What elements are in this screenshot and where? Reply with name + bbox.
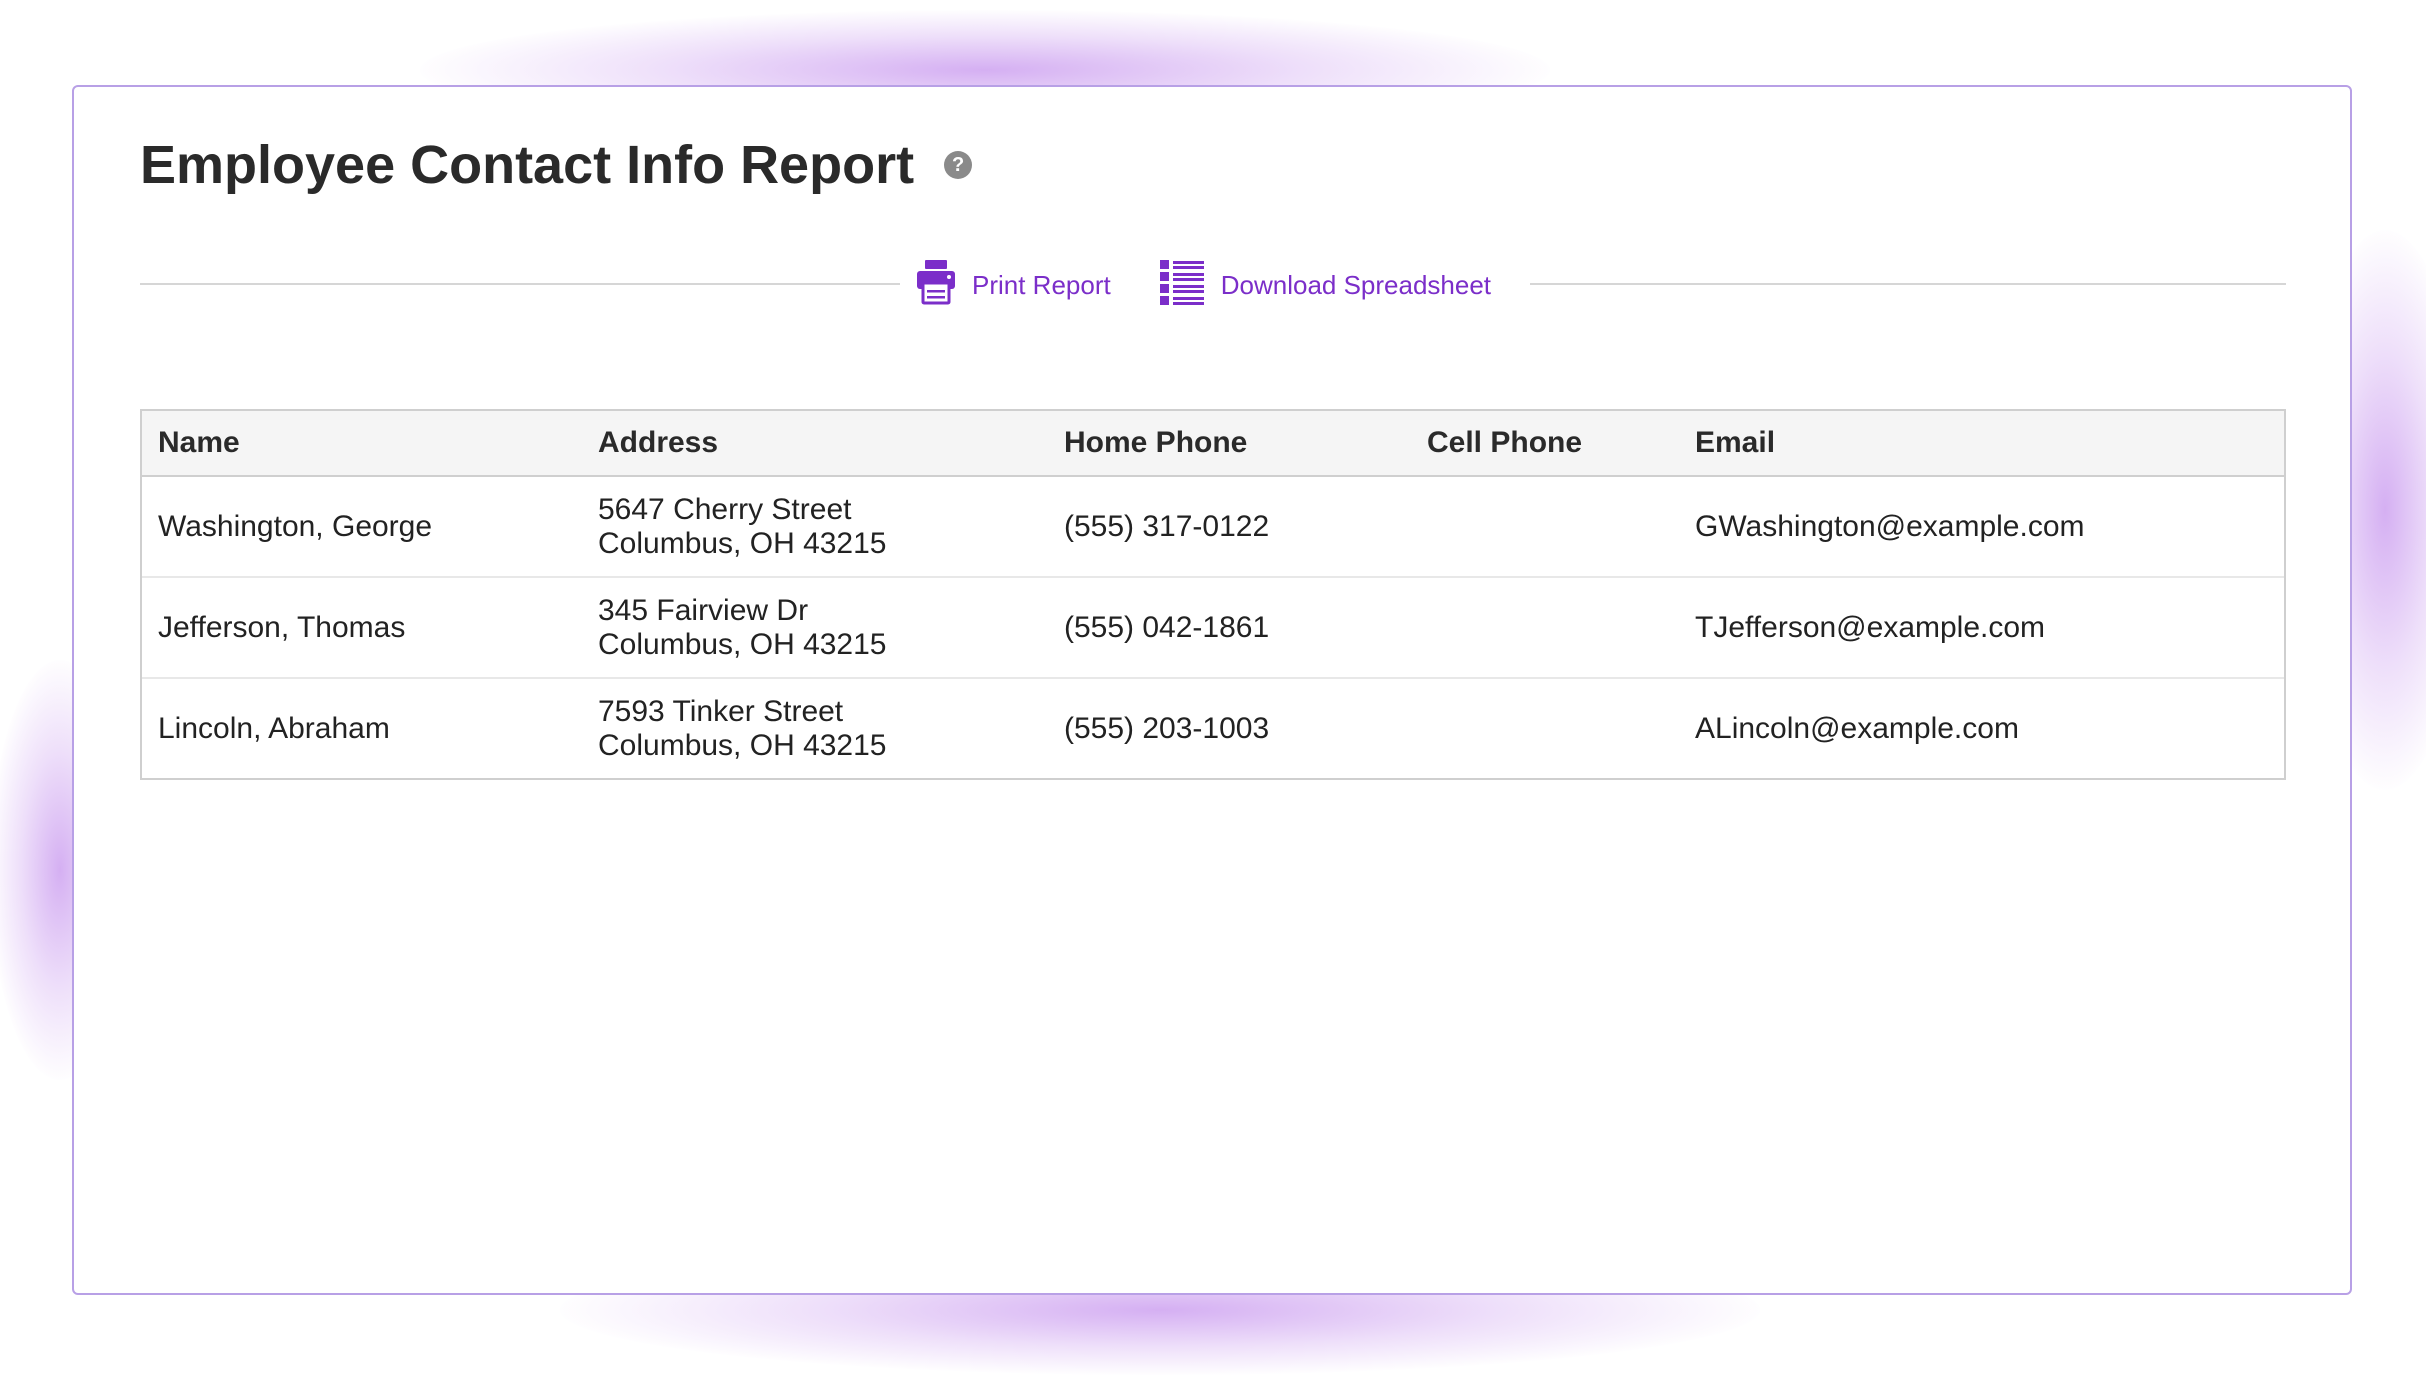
toolbar-actions: Print Report Download Spreadsheet: [916, 255, 1491, 315]
column-header-email[interactable]: Email: [1679, 411, 2284, 477]
cell-name: Jefferson, Thomas: [142, 577, 582, 679]
address-line1: 7593 Tinker Street: [598, 694, 844, 728]
cell-name: Lincoln, Abraham: [158, 711, 390, 745]
column-header-cell-phone[interactable]: Cell Phone: [1411, 411, 1679, 477]
address-line2: Columbus, OH 43215: [598, 526, 887, 560]
cell-email: GWashington@example.com: [1679, 476, 2284, 578]
cell-name: Washington, George: [142, 476, 582, 578]
report-card: Employee Contact Info Report ? Print Rep…: [72, 85, 2352, 1295]
printer-icon: [916, 259, 956, 312]
address-line2: Columbus, OH 43215: [598, 728, 887, 762]
table-row: Jefferson, Thomas 345 Fairview Dr Columb…: [142, 577, 2284, 679]
download-spreadsheet-label: Download Spreadsheet: [1220, 269, 1492, 300]
page-canvas: Employee Contact Info Report ? Print Rep…: [0, 0, 2426, 1381]
cell-address: 7593 Tinker Street Columbus, OH 43215: [582, 678, 1048, 778]
table-row: Lincoln, Abraham 7593 Tinker Street Colu…: [142, 678, 2284, 778]
print-report-link[interactable]: Print Report: [916, 259, 1111, 312]
cell-email: TJefferson@example.com: [1679, 577, 2284, 679]
cell-cell-phone: [1411, 577, 1679, 679]
column-header-home-phone[interactable]: Home Phone: [1048, 411, 1411, 477]
question-circle-icon[interactable]: ?: [944, 151, 973, 179]
cell-home-phone: (555) 203-1003: [1064, 711, 1270, 745]
table-row: Washington, George 5647 Cherry Street Co…: [142, 476, 2284, 578]
list-spreadsheet-icon: [1159, 258, 1205, 313]
cell-cell-phone: [1411, 476, 1679, 578]
download-spreadsheet-link[interactable]: Download Spreadsheet: [1159, 258, 1491, 313]
report-header: Employee Contact Info Report ?: [140, 125, 973, 205]
cell-home-phone: (555) 042-1861: [1048, 577, 1411, 679]
column-header-name[interactable]: Name: [142, 411, 582, 477]
address-line2: Columbus, OH 43215: [598, 627, 887, 661]
address-line1: 5647 Cherry Street: [598, 492, 852, 526]
cell-address: 5647 Cherry Street Columbus, OH 43215: [582, 476, 1048, 578]
table-body: Washington, George 5647 Cherry Street Co…: [142, 476, 2284, 778]
address-line1: 345 Fairview Dr: [598, 593, 809, 627]
cell-cell-phone: [1411, 678, 1679, 778]
report-toolbar: Print Report Download Spreadsheet: [140, 255, 2286, 315]
table-header: Name Address Home Phone Cell Phone Email: [142, 411, 2284, 477]
report-title: Employee Contact Info Report: [140, 135, 915, 195]
cell-address: 345 Fairview Dr Columbus, OH 43215: [582, 577, 1048, 679]
employee-contact-table: Name Address Home Phone Cell Phone Email…: [142, 411, 2284, 778]
column-header-address[interactable]: Address: [582, 411, 1048, 477]
cell-email: ALincoln@example.com: [1695, 711, 2019, 745]
table-header-row: Name Address Home Phone Cell Phone Email: [142, 411, 2284, 477]
toolbar-divider-right: [1530, 283, 2286, 285]
print-report-label: Print Report: [972, 269, 1111, 300]
toolbar-divider-left: [140, 283, 900, 285]
cell-home-phone: (555) 317-0122: [1048, 476, 1411, 578]
employee-table-container: Name Address Home Phone Cell Phone Email…: [140, 409, 2286, 780]
